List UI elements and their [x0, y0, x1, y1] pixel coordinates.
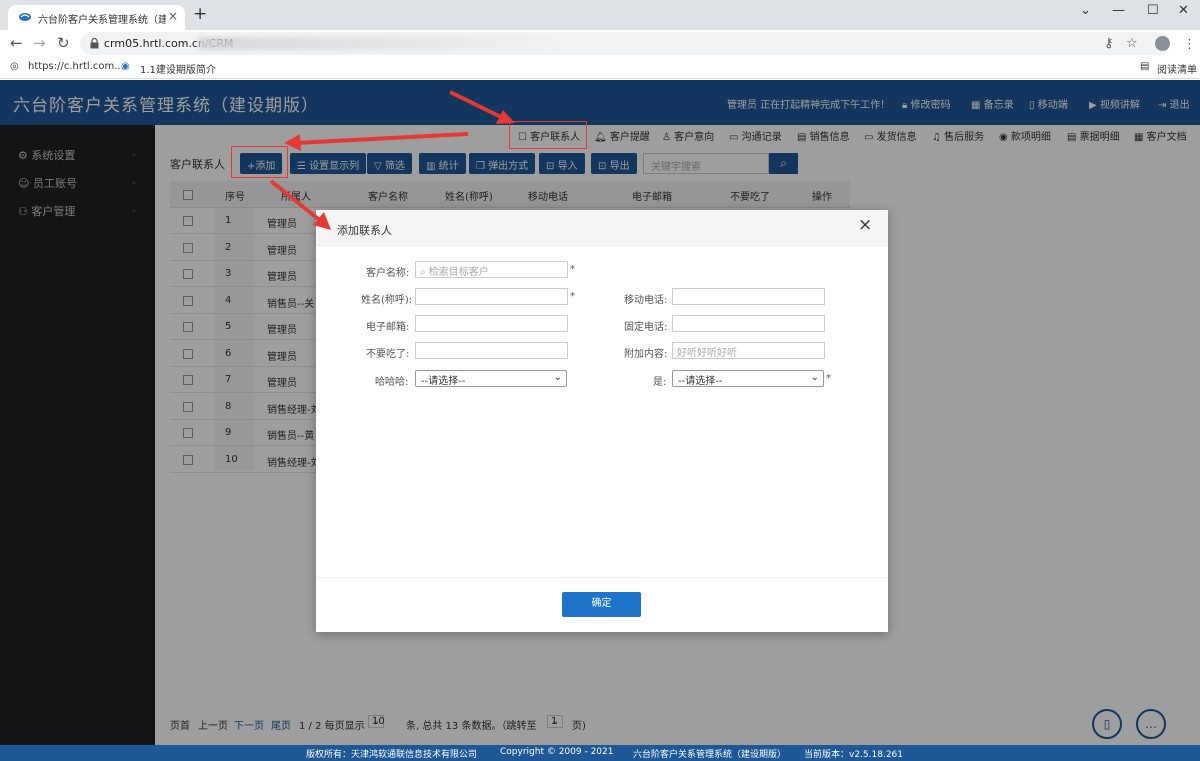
footer-system: 六台阶客户关系管理系统（建设期版）: [633, 750, 787, 760]
close-icon[interactable]: ×: [858, 217, 872, 234]
star-icon[interactable]: ☆: [1126, 36, 1138, 51]
close-window-icon[interactable]: ✕: [1178, 3, 1189, 18]
hahaha-select[interactable]: --请选择-- ⌄: [415, 370, 567, 387]
footer: 版权所有：天津鸿软通联信息技术有限公司 Copyright © 2009 - 2…: [0, 745, 1200, 761]
customer-name-input[interactable]: ⌕ 检索目标客户: [415, 261, 568, 278]
browser-tab[interactable]: 六台阶客户关系管理系统（建设期版） ×: [8, 5, 185, 30]
email-label: 电子邮箱:: [366, 322, 410, 333]
maximize-icon[interactable]: ☐: [1147, 3, 1159, 18]
name-label: 姓名(称呼):: [361, 295, 413, 306]
extra-label: 附加内容:: [624, 349, 668, 360]
browser-toolbar: ← → ↻ crm05.hrtl.com.cn/CRM ⚷ ☆ ⋮: [0, 30, 1200, 57]
new-tab-button[interactable]: +: [193, 6, 207, 23]
browser-tabstrip: 六台阶客户关系管理系统（建设期版） × + ⌄ — ☐ ✕: [0, 0, 1200, 30]
search-icon: ⌕: [420, 267, 426, 278]
required-mark: *: [826, 373, 831, 384]
highlight-box: [509, 121, 587, 149]
footer-version: 当前版本：v2.5.18.261: [804, 750, 903, 760]
customer-name-label: 客户名称:: [366, 268, 410, 279]
mobile-input[interactable]: [672, 288, 825, 305]
tab-search-icon[interactable]: ⌄: [1080, 3, 1091, 18]
highlight-box: [231, 146, 288, 178]
customer-name-placeholder: 检索目标客户: [428, 267, 489, 278]
required-mark: *: [570, 264, 575, 275]
bookmark-item[interactable]: 1.1建设期版简介: [140, 61, 216, 76]
phone-label: 固定电话:: [624, 322, 668, 333]
address-bar[interactable]: crm05.hrtl.com.cn/CRM ⚷ ☆: [80, 32, 1170, 55]
footer-copyright: Copyright © 2009 - 2021: [500, 747, 614, 757]
shi-label: 是:: [653, 377, 667, 388]
globe-icon: ◎: [10, 61, 19, 72]
footer-owner: 版权所有：天津鸿软通联信息技术有限公司: [306, 750, 478, 760]
tab-title: 六台阶客户关系管理系统（建设期版）: [38, 15, 166, 26]
dialog-title: 添加联系人: [337, 224, 392, 237]
forward-icon[interactable]: →: [33, 35, 46, 51]
dialog-header: 添加联系人 ×: [316, 210, 888, 246]
hahaha-label: 哈哈哈:: [375, 377, 409, 388]
back-icon[interactable]: ←: [10, 35, 23, 51]
phone-input[interactable]: [672, 315, 825, 332]
reading-list-button[interactable]: 阅读清单: [1157, 61, 1197, 76]
dialog-divider: [316, 577, 888, 578]
site-logo-icon: [19, 13, 31, 21]
confirm-button[interactable]: 确定: [562, 592, 641, 617]
shi-select[interactable]: --请选择-- ⌄: [672, 370, 824, 387]
extra-input[interactable]: 好听好听好听: [672, 342, 825, 359]
mobile-label: 移动电话:: [624, 295, 668, 306]
bookmark-item[interactable]: https://c.hrtl.com....: [28, 61, 127, 72]
chevron-down-icon: ⌄: [553, 372, 562, 383]
reload-icon[interactable]: ↻: [57, 35, 70, 51]
chevron-down-icon: ⌄: [810, 372, 819, 383]
noeat-input[interactable]: [415, 342, 568, 359]
lock-icon: [90, 38, 99, 49]
url-blur: [198, 37, 568, 50]
add-contact-dialog: 添加联系人 × 客户名称: ⌕ 检索目标客户 * 姓名(称呼): * 移动电话:…: [316, 210, 888, 632]
required-mark: *: [570, 291, 575, 302]
shi-value: --请选择--: [678, 376, 723, 387]
site-logo-icon: ◉: [121, 61, 130, 72]
menu-icon[interactable]: ⋮: [1183, 37, 1196, 52]
email-input[interactable]: [415, 315, 568, 332]
close-tab-icon[interactable]: ×: [168, 9, 178, 23]
reading-list-icon: ▤: [1140, 61, 1150, 72]
noeat-label: 不要吃了:: [366, 349, 410, 360]
hahaha-value: --请选择--: [421, 376, 466, 387]
name-input[interactable]: [415, 288, 568, 305]
key-icon[interactable]: ⚷: [1104, 36, 1114, 51]
bookmarks-bar: ◎ https://c.hrtl.com.... ◉ 1.1建设期版简介 ▤ 阅…: [0, 57, 1200, 79]
profile-avatar-icon[interactable]: [1155, 36, 1170, 51]
minimize-icon[interactable]: —: [1112, 3, 1125, 18]
